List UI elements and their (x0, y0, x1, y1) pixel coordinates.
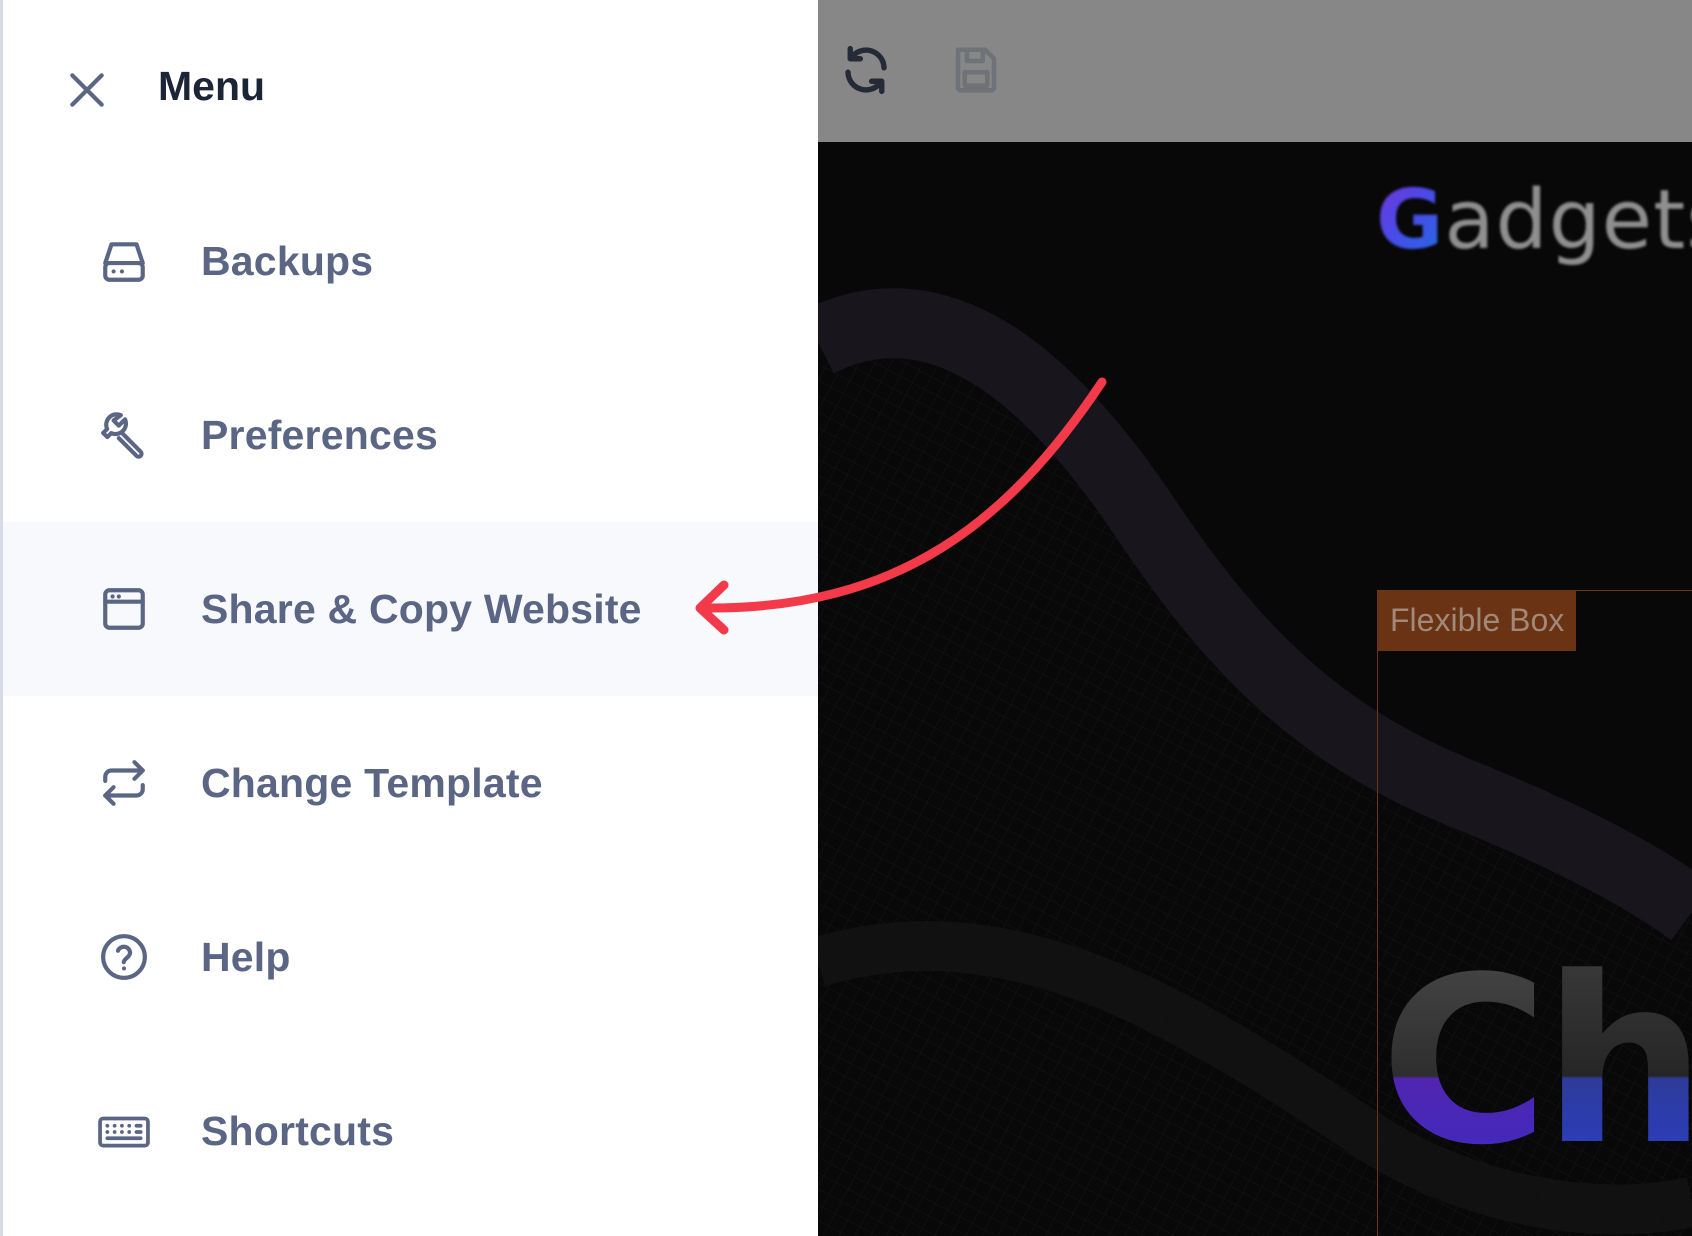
menu-item-label: Preferences (201, 411, 438, 458)
editor-preview: Gadgets Flexible Box Cha (818, 0, 1692, 1236)
menu-list: Backups Preferences Share & Copy Website… (3, 174, 818, 1218)
menu-item-help[interactable]: Help (3, 870, 818, 1044)
menu-title: Menu (158, 63, 266, 109)
editor-toolbar (818, 0, 1692, 142)
menu-item-label: Shortcuts (201, 1107, 395, 1154)
site-logo: Gadgets (1376, 180, 1692, 262)
hero-letter: h (1543, 929, 1692, 1196)
menu-item-shortcuts[interactable]: Shortcuts (3, 1044, 818, 1218)
drawer-header: Menu (3, 40, 818, 130)
menu-item-label: Backups (201, 237, 374, 284)
logo-initial: G (1376, 173, 1445, 268)
website-canvas[interactable]: Gadgets Flexible Box Cha (818, 142, 1692, 1236)
menu-drawer: Menu Backups Preferences Share & Copy We… (0, 0, 818, 1236)
menu-item-backups[interactable]: Backups (3, 174, 818, 348)
close-menu-button[interactable] (59, 62, 115, 118)
refresh-button[interactable] (834, 38, 898, 102)
flexible-box-label: Flexible Box (1378, 591, 1577, 651)
keyboard-icon (96, 1103, 152, 1159)
save-button[interactable] (944, 38, 1008, 102)
hard-drive-icon (96, 233, 152, 289)
wrench-icon (96, 407, 152, 463)
menu-item-label: Share & Copy Website (201, 585, 642, 632)
menu-item-share-copy-website[interactable]: Share & Copy Website (3, 522, 818, 696)
menu-item-change-template[interactable]: Change Template (3, 696, 818, 870)
hero-letter: C (1380, 929, 1549, 1196)
switch-arrows-icon (96, 755, 152, 811)
menu-item-preferences[interactable]: Preferences (3, 348, 818, 522)
menu-item-label: Change Template (201, 759, 543, 806)
refresh-icon (845, 45, 887, 95)
browser-window-icon (96, 581, 152, 637)
close-icon (70, 73, 104, 107)
menu-item-label: Help (201, 933, 291, 980)
question-circle-icon (96, 929, 152, 985)
logo-text: adgets (1444, 173, 1692, 268)
save-icon (955, 47, 997, 93)
hero-heading-partial: Cha (1380, 948, 1692, 1178)
